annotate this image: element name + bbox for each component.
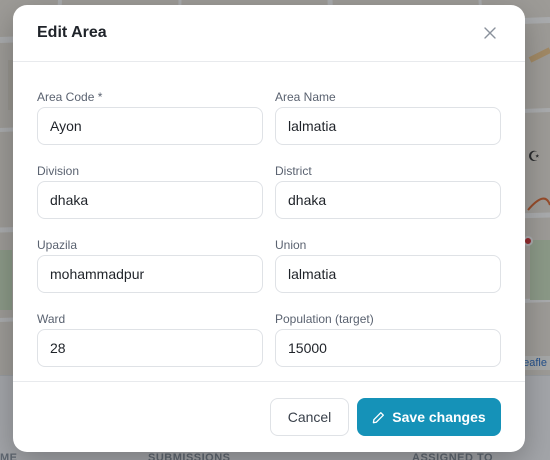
- edit-area-dialog: Edit Area Area Code * Area Name Division…: [13, 5, 525, 452]
- field-union: Union: [275, 232, 501, 306]
- union-label: Union: [275, 238, 307, 252]
- save-changes-label: Save changes: [392, 409, 486, 425]
- area-code-label: Area Code *: [37, 90, 103, 104]
- save-changes-button[interactable]: Save changes: [357, 398, 501, 436]
- ward-label: Ward: [37, 312, 66, 326]
- field-ward: Ward: [37, 306, 263, 380]
- cancel-button[interactable]: Cancel: [270, 398, 349, 436]
- ward-input[interactable]: [37, 329, 263, 367]
- field-area-name: Area Name: [275, 84, 501, 158]
- dialog-body: Area Code * Area Name Division District …: [13, 62, 525, 380]
- field-division: Division: [37, 158, 263, 232]
- field-area-code: Area Code *: [37, 84, 263, 158]
- area-code-input[interactable]: [37, 107, 263, 145]
- upazila-label: Upazila: [37, 238, 78, 252]
- field-population: Population (target): [275, 306, 501, 380]
- division-label: Division: [37, 164, 80, 178]
- district-label: District: [275, 164, 312, 178]
- area-name-label: Area Name: [275, 90, 336, 104]
- close-button[interactable]: [479, 22, 501, 44]
- district-input[interactable]: [275, 181, 501, 219]
- population-label: Population (target): [275, 312, 374, 326]
- dialog-title: Edit Area: [37, 24, 107, 41]
- field-upazila: Upazila: [37, 232, 263, 306]
- dialog-footer: Cancel Save changes: [13, 381, 525, 452]
- upazila-input[interactable]: [37, 255, 263, 293]
- area-name-input[interactable]: [275, 107, 501, 145]
- pencil-icon: [373, 411, 385, 423]
- field-district: District: [275, 158, 501, 232]
- population-input[interactable]: [275, 329, 501, 367]
- division-input[interactable]: [37, 181, 263, 219]
- union-input[interactable]: [275, 255, 501, 293]
- close-icon: [484, 27, 496, 39]
- dialog-header: Edit Area: [13, 5, 525, 62]
